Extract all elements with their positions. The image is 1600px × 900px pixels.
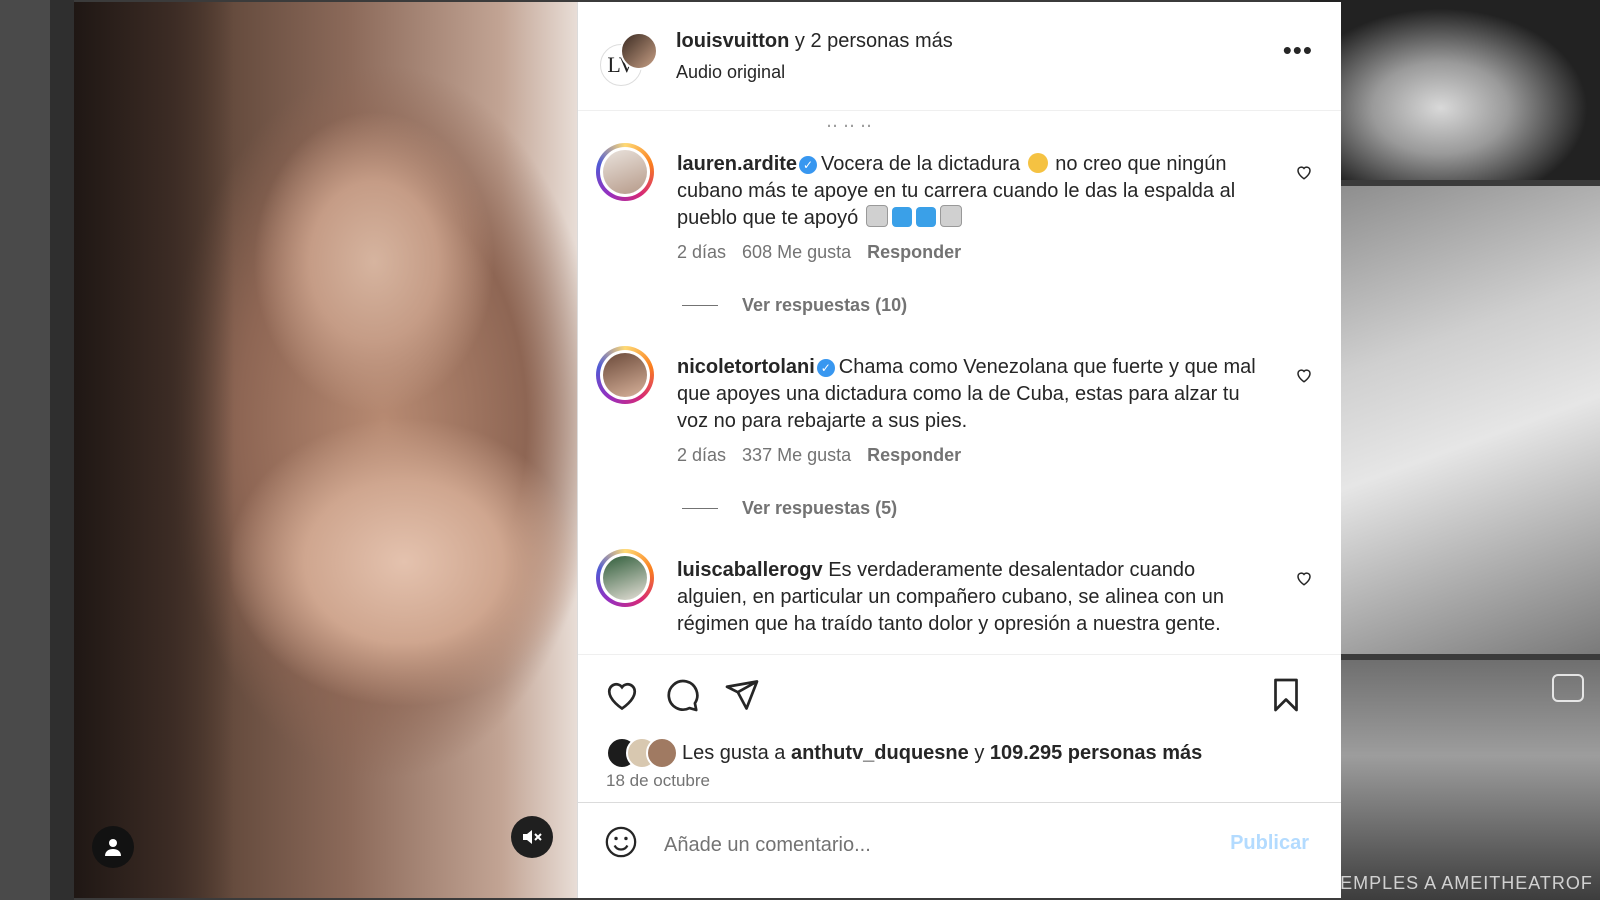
commenter-avatar[interactable] bbox=[596, 346, 654, 404]
comment-like-heart-icon[interactable] bbox=[1295, 163, 1313, 181]
comment-body: Vocera de la dictadura bbox=[821, 153, 1026, 175]
muted-speaker-icon bbox=[523, 830, 542, 844]
wastebasket-emoji-icon bbox=[939, 205, 962, 227]
tagged-users-button[interactable] bbox=[92, 826, 134, 868]
comment-username[interactable]: nicoletortolani bbox=[677, 356, 815, 378]
liker-username[interactable]: anthutv_duquesne bbox=[791, 742, 969, 764]
post-actions: Les gusta a anthutv_duquesne y 109.295 p… bbox=[578, 654, 1341, 802]
likes-summary: Les gusta a anthutv_duquesne y 109.295 p… bbox=[606, 737, 1202, 769]
comment-username[interactable]: lauren.ardite bbox=[677, 153, 797, 175]
clipped-comment-remnant: ‥ ‥ ‥ bbox=[826, 111, 873, 131]
grid-post-thumbnail[interactable] bbox=[1310, 0, 1600, 180]
comment-username[interactable]: luiscaballerogv bbox=[677, 559, 823, 581]
chart-emoji-icon bbox=[915, 207, 936, 227]
comment-text: nicoletortolani ✓ Chama como Venezolana qu… bbox=[677, 354, 1267, 435]
reply-button[interactable]: Responder bbox=[867, 242, 961, 262]
save-bookmark-icon[interactable] bbox=[1268, 677, 1304, 713]
verified-badge-icon: ✓ bbox=[816, 359, 835, 377]
verified-badge-icon: ✓ bbox=[799, 156, 818, 174]
author-avatar[interactable]: LV bbox=[600, 32, 658, 86]
collaborator-avatar bbox=[620, 32, 658, 70]
view-replies-button[interactable]: Ver respuestas (5) bbox=[682, 498, 897, 519]
comment-likes[interactable]: 337 Me gusta bbox=[742, 445, 851, 465]
user-icon bbox=[105, 839, 121, 856]
post-panel: LV louisvuitton y 2 personas más Audio o… bbox=[577, 2, 1341, 898]
commenter-avatar[interactable] bbox=[596, 143, 654, 201]
comment-like-heart-icon[interactable] bbox=[1295, 366, 1313, 384]
author-username[interactable]: louisvuitton bbox=[676, 30, 789, 52]
comment-text: luiscaballerogv Es verdaderamente desale… bbox=[677, 557, 1267, 638]
grid-reel-thumbnail[interactable]: EJEMPLES A AMEITHEATROF bbox=[1310, 660, 1600, 900]
grid-post-thumbnail[interactable] bbox=[1310, 186, 1600, 654]
reply-button[interactable]: Responder bbox=[867, 445, 961, 465]
comment-like-heart-icon[interactable] bbox=[1295, 569, 1313, 587]
share-paper-plane-icon[interactable] bbox=[724, 677, 760, 713]
flushed-face-emoji-icon bbox=[1027, 153, 1048, 173]
post-date[interactable]: 18 de octubre bbox=[606, 771, 710, 791]
post-video[interactable] bbox=[74, 2, 577, 898]
post-authors: louisvuitton y 2 personas más bbox=[676, 30, 953, 53]
comment-time: 2 días bbox=[677, 445, 727, 465]
audio-link[interactable]: Audio original bbox=[676, 62, 785, 83]
mute-button[interactable] bbox=[511, 816, 553, 858]
comment-meta: 2 días 608 Me gusta Responder bbox=[677, 242, 977, 263]
comment-meta: 2 días 337 Me gusta Responder bbox=[677, 445, 977, 466]
emoji-smiley-icon[interactable] bbox=[604, 825, 638, 859]
video-frame-shade bbox=[74, 2, 234, 898]
like-heart-icon[interactable] bbox=[604, 677, 640, 713]
comment-time: 2 días bbox=[677, 242, 727, 262]
reel-icon bbox=[1552, 674, 1584, 702]
likes-conjunction: y bbox=[968, 742, 990, 764]
likes-prefix: Les gusta a bbox=[682, 742, 791, 764]
likes-count-link[interactable]: 109.295 personas más bbox=[990, 742, 1202, 764]
view-replies-button[interactable]: Ver respuestas (10) bbox=[682, 295, 907, 316]
comment-likes[interactable]: 608 Me gusta bbox=[742, 242, 851, 262]
commenter-avatar[interactable] bbox=[596, 549, 654, 607]
post-header: LV louisvuitton y 2 personas más Audio o… bbox=[578, 2, 1341, 111]
add-comment-bar: Publicar bbox=[578, 802, 1341, 899]
chart-emoji-icon bbox=[891, 207, 912, 227]
wastebasket-emoji-icon bbox=[865, 205, 888, 227]
comment-input[interactable] bbox=[662, 829, 1186, 861]
liker-avatars bbox=[606, 737, 678, 769]
more-options-button[interactable]: ••• bbox=[1283, 37, 1313, 63]
publish-button[interactable]: Publicar bbox=[1224, 831, 1315, 856]
collaborators-link[interactable]: y 2 personas más bbox=[789, 30, 953, 52]
comment-text: lauren.ardite ✓ Vocera de la dictadura no … bbox=[677, 151, 1267, 232]
comment-bubble-icon[interactable] bbox=[664, 677, 700, 713]
comments-list[interactable]: ‥ ‥ ‥ lauren.ardite ✓ Vocera de la dictadu… bbox=[578, 111, 1341, 654]
thumbnail-caption: EJEMPLES A AMEITHEATROF bbox=[1317, 873, 1593, 893]
